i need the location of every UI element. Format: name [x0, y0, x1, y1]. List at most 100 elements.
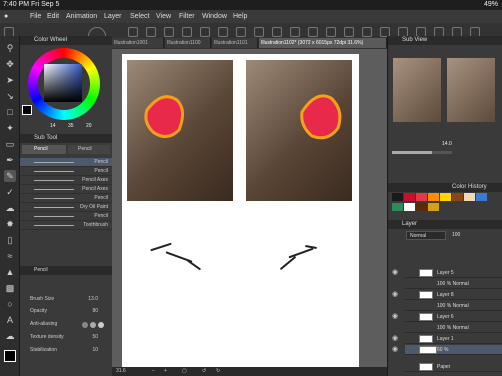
- current-color-swatch[interactable]: [22, 105, 32, 115]
- text-tool-icon[interactable]: A: [4, 314, 16, 326]
- aa-none-icon[interactable]: [82, 322, 88, 328]
- sub-view-thumb-right[interactable]: [447, 58, 495, 122]
- move-icon[interactable]: ✥: [4, 58, 16, 70]
- brush-tool-icon[interactable]: ✓: [4, 186, 16, 198]
- eye-icon[interactable]: ◉: [390, 268, 400, 278]
- brush-item[interactable]: Pencil: [20, 167, 112, 176]
- save-icon[interactable]: [164, 27, 174, 37]
- decoration-tool-icon[interactable]: ✸: [4, 218, 16, 230]
- brush-item[interactable]: Pencil: [20, 194, 112, 203]
- history-swatch[interactable]: [404, 203, 415, 211]
- menu-select[interactable]: Select: [130, 10, 149, 23]
- paste-icon[interactable]: [362, 27, 372, 37]
- tab-illustration1102[interactable]: Illustration1102* (3072 x 6015px 72dpi 3…: [259, 38, 387, 48]
- tab-illustration1101[interactable]: Illustration1101: [212, 38, 258, 48]
- brush-item[interactable]: Dry Oil Paint: [20, 203, 112, 212]
- layer-row-selected[interactable]: 60 %: [405, 345, 502, 355]
- zoom-in-icon[interactable]: +: [164, 367, 167, 376]
- invert-icon[interactable]: [272, 27, 282, 37]
- history-swatch[interactable]: [464, 193, 475, 201]
- copy-icon[interactable]: [344, 27, 354, 37]
- tab-illustration1100[interactable]: Illustration1100: [165, 38, 211, 48]
- eye-icon[interactable]: ◉: [390, 334, 400, 344]
- brush-item[interactable]: Pencil: [20, 158, 112, 167]
- menu-animation[interactable]: Animation: [66, 10, 97, 23]
- open-icon[interactable]: [146, 27, 156, 37]
- prop-stabilization[interactable]: Stabilization 10: [20, 345, 112, 356]
- operation-icon[interactable]: ➤: [4, 74, 16, 86]
- layer-row[interactable]: 100 % Normal: [405, 301, 502, 311]
- history-swatch[interactable]: [404, 193, 415, 201]
- blend-mode-select[interactable]: Normal: [406, 231, 446, 240]
- menu-filter[interactable]: Filter: [179, 10, 195, 23]
- eye-icon[interactable]: ◉: [390, 345, 400, 355]
- history-swatch[interactable]: [428, 193, 439, 201]
- history-swatch[interactable]: [440, 193, 451, 201]
- prop-opacity[interactable]: Opacity 80: [20, 306, 112, 317]
- main-color-swatch[interactable]: [4, 350, 16, 362]
- fill-icon[interactable]: [308, 27, 318, 37]
- tab-illustration1001[interactable]: Illustration1001: [112, 38, 164, 48]
- aa-weak-icon[interactable]: [90, 322, 96, 328]
- sub-tool-tab-pencil[interactable]: Pencil: [22, 145, 66, 154]
- history-swatch[interactable]: [416, 193, 427, 201]
- layer-row-paper[interactable]: Paper: [405, 362, 502, 372]
- layer-row[interactable]: Layer 8: [405, 290, 502, 300]
- pen-tool-icon[interactable]: ✒: [4, 154, 16, 166]
- prop-texture-density[interactable]: Texture density 50: [20, 332, 112, 343]
- sub-tool-tab-pencil-2[interactable]: Pencil: [68, 145, 110, 154]
- prop-anti-aliasing[interactable]: Anti-aliasing: [20, 319, 112, 330]
- sub-view-thumb-left[interactable]: [393, 58, 441, 122]
- balloon-tool-icon[interactable]: ☁: [4, 330, 16, 342]
- layer-row[interactable]: 100 % Normal: [405, 323, 502, 333]
- history-swatch[interactable]: [416, 203, 427, 211]
- fill-tool-icon[interactable]: ▲: [4, 266, 16, 278]
- layer-opacity-value[interactable]: 100: [452, 231, 472, 240]
- eraser-icon[interactable]: ▯: [4, 234, 16, 246]
- history-swatch[interactable]: [392, 193, 403, 201]
- history-swatch[interactable]: [392, 203, 403, 211]
- pencil-tool-icon[interactable]: ✎: [4, 170, 16, 182]
- airbrush-tool-icon[interactable]: ☁: [4, 202, 16, 214]
- prop-brush-size[interactable]: Brush Size 13.0: [20, 294, 112, 305]
- history-swatch[interactable]: [452, 193, 463, 201]
- brush-item[interactable]: Pencil Axes: [20, 176, 112, 185]
- rotate-right-icon[interactable]: ↻: [216, 367, 220, 376]
- menu-file[interactable]: File: [30, 10, 41, 23]
- eyedropper-icon[interactable]: ↘: [4, 90, 16, 102]
- brush-item[interactable]: Pencil Axes: [20, 185, 112, 194]
- gradient-tool-icon[interactable]: ▩: [4, 282, 16, 294]
- menu-help[interactable]: Help: [233, 10, 247, 23]
- zoom-value[interactable]: 31.6: [116, 367, 126, 376]
- history-swatch[interactable]: [476, 193, 487, 201]
- cut-icon[interactable]: [326, 27, 336, 37]
- aa-medium-icon[interactable]: [98, 322, 104, 328]
- clear-icon[interactable]: [218, 27, 228, 37]
- color-picker-square[interactable]: [44, 64, 82, 102]
- app-icon[interactable]: ●: [4, 10, 8, 23]
- selection-tool-icon[interactable]: □: [4, 106, 16, 118]
- layer-row[interactable]: 100 % Normal: [405, 279, 502, 289]
- menu-view[interactable]: View: [156, 10, 171, 23]
- figure-tool-icon[interactable]: ○: [4, 298, 16, 310]
- selection-icon[interactable]: [290, 27, 300, 37]
- eye-icon[interactable]: ◉: [390, 290, 400, 300]
- brush-item[interactable]: Pencil: [20, 212, 112, 221]
- history-swatch[interactable]: [428, 203, 439, 211]
- sub-view-zoom-slider[interactable]: [392, 151, 452, 154]
- eye-icon[interactable]: ◉: [390, 312, 400, 322]
- fit-icon[interactable]: ▢: [182, 367, 187, 376]
- menu-layer[interactable]: Layer: [104, 10, 122, 23]
- layer-row[interactable]: Layer 6: [405, 312, 502, 322]
- zoom-icon[interactable]: ⚲: [4, 42, 16, 54]
- layer-row[interactable]: Layer 1: [405, 334, 502, 344]
- menu-window[interactable]: Window: [202, 10, 227, 23]
- undo-icon[interactable]: [182, 27, 192, 37]
- blend-tool-icon[interactable]: ≈: [4, 250, 16, 262]
- transform-icon[interactable]: [236, 27, 246, 37]
- layer-row[interactable]: Layer 5: [405, 268, 502, 278]
- zoom-out-icon[interactable]: −: [152, 367, 155, 376]
- brush-item[interactable]: Toothbrush: [20, 221, 112, 230]
- redo-icon[interactable]: [200, 27, 210, 37]
- new-icon[interactable]: [128, 27, 138, 37]
